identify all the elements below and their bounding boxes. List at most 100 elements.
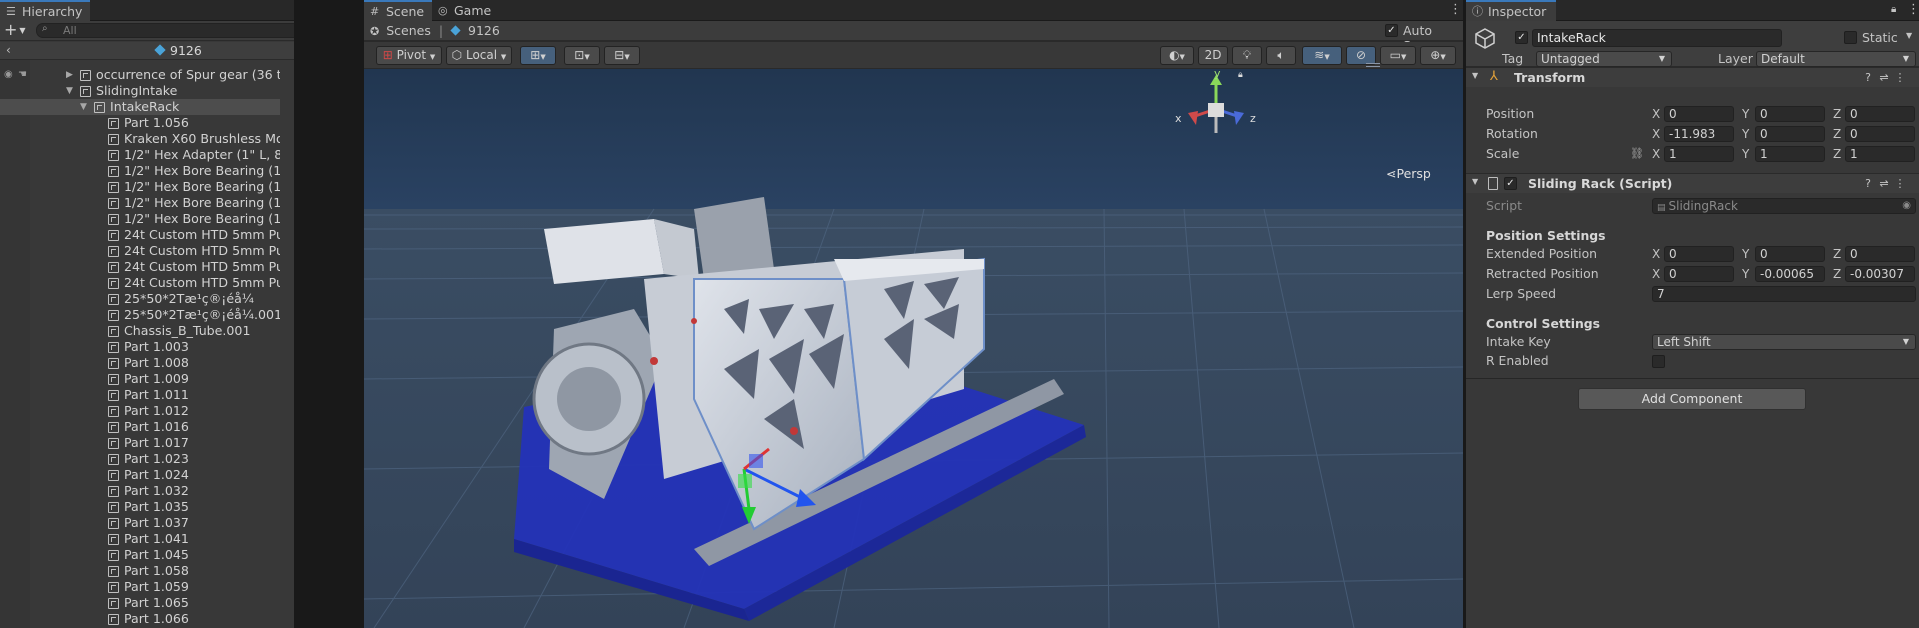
foldout-arrow-icon[interactable]: ▼ <box>1472 177 1478 186</box>
scene-viewport[interactable]: y x z 🔒︎ ⋖Persp <box>364 63 1463 628</box>
rotation-x-field[interactable]: -11.983 <box>1664 126 1734 142</box>
retracted-z-field[interactable]: -0.00307 <box>1845 266 1915 282</box>
position-x-field[interactable]: 0 <box>1664 106 1734 122</box>
pivot-dropdown[interactable]: ⊞ Pivot ▼ <box>376 46 442 65</box>
foldout-expanded-icon[interactable]: ▼ <box>80 99 87 115</box>
hierarchy-item[interactable]: Part 1.009 <box>0 371 280 387</box>
transform-header[interactable]: ▼ ⅄ Transform ? ⇌ ⋮ <box>1466 67 1919 87</box>
hierarchy-item[interactable]: Part 1.016 <box>0 419 280 435</box>
mode-2d-toggle[interactable]: 2D <box>1198 46 1228 65</box>
scene-kebab-icon[interactable]: ⋮ <box>1449 2 1462 17</box>
position-z-label[interactable]: Z <box>1833 106 1841 122</box>
hierarchy-item[interactable]: Part 1.003 <box>0 339 280 355</box>
hierarchy-item[interactable]: 24t Custom HTD 5mm Pulley (0.945 <box>0 243 280 259</box>
gizmos-dropdown[interactable]: ⊕▼ <box>1420 46 1456 65</box>
retracted-y-label[interactable]: Y <box>1742 266 1749 282</box>
overlay-handle[interactable] <box>1366 63 1380 67</box>
breadcrumb-current[interactable]: 9126 <box>468 23 500 38</box>
position-y-label[interactable]: Y <box>1742 106 1749 122</box>
hierarchy-item[interactable]: Part 1.066 <box>0 611 280 627</box>
shading-mode-dropdown[interactable]: ◐▼ <box>1160 46 1194 65</box>
scale-z-field[interactable]: 1 <box>1845 146 1915 162</box>
intake-key-dropdown[interactable]: Left Shift ▼ <box>1652 334 1916 350</box>
extended-z-field[interactable]: 0 <box>1845 246 1915 262</box>
extended-y-field[interactable]: 0 <box>1755 246 1825 262</box>
retracted-x-field[interactable]: 0 <box>1664 266 1734 282</box>
grid-snap-toggle[interactable]: ⊞▼ <box>520 46 556 65</box>
auto-save-checkbox[interactable]: ✓ <box>1385 24 1398 37</box>
add-component-button[interactable]: Add Component <box>1578 388 1806 410</box>
component-kebab-icon[interactable]: ⋮ <box>1893 71 1907 85</box>
rotation-z-label[interactable]: Z <box>1833 126 1841 142</box>
extended-z-label[interactable]: Z <box>1833 246 1841 262</box>
hierarchy-item[interactable]: Part 1.058 <box>0 563 280 579</box>
rotation-x-label[interactable]: X <box>1652 126 1660 142</box>
object-picker-icon[interactable]: ◉ <box>1902 199 1911 213</box>
inspector-lock-icon[interactable]: 🔒︎ <box>1891 4 1896 15</box>
active-checkbox[interactable]: ✓ <box>1515 31 1528 44</box>
hierarchy-item[interactable]: 24t Custom HTD 5mm Pulley (0.945 <box>0 259 280 275</box>
foldout-expanded-icon[interactable]: ▼ <box>66 83 73 99</box>
foldout-collapsed-icon[interactable]: ▶ <box>66 67 73 83</box>
tab-scene[interactable]: # Scene <box>364 0 432 21</box>
retracted-z-label[interactable]: Z <box>1833 266 1841 282</box>
component-kebab-icon[interactable]: ⋮ <box>1893 177 1907 191</box>
scale-x-label[interactable]: X <box>1652 146 1660 162</box>
gizmo-lock-icon[interactable]: 🔒︎ <box>1238 70 1243 80</box>
hierarchy-item[interactable]: 24t Custom HTD 5mm Pulley (0.945 <box>0 227 280 243</box>
hierarchy-item[interactable]: Part 1.059 <box>0 579 280 595</box>
hierarchy-item[interactable]: Part 1.041 <box>0 531 280 547</box>
extended-y-label[interactable]: Y <box>1742 246 1749 262</box>
hierarchy-item[interactable]: Part 1.023 <box>0 451 280 467</box>
hierarchy-item[interactable]: Part 1.035 <box>0 499 280 515</box>
visibility-eye-icon[interactable]: ◉ <box>4 67 13 83</box>
breadcrumb-root[interactable]: Scenes <box>386 23 431 38</box>
extended-x-label[interactable]: X <box>1652 246 1660 262</box>
tab-hierarchy[interactable]: ☰ Hierarchy <box>0 0 91 21</box>
hierarchy-item[interactable]: 1/2" Hex Bore Bearing (1.125" OD, 0 <box>0 195 280 211</box>
static-dropdown-arrow[interactable]: ▼ <box>1906 31 1912 40</box>
ruler-toggle[interactable]: ⊟▼ <box>604 46 640 65</box>
hierarchy-item[interactable]: Part 1.017 <box>0 435 280 451</box>
scale-x-field[interactable]: 1 <box>1664 146 1734 162</box>
search-input[interactable]: All <box>63 24 77 37</box>
hierarchy-item[interactable]: Chassis_B_Tube.001 <box>0 323 280 339</box>
inspector-kebab-icon[interactable]: ⋮ <box>1907 2 1919 17</box>
help-icon[interactable]: ? <box>1861 177 1875 191</box>
back-arrow-icon[interactable]: ‹ <box>6 43 11 57</box>
projection-toggle[interactable]: ⋖Persp <box>1386 166 1431 181</box>
retracted-x-label[interactable]: X <box>1652 266 1660 282</box>
hierarchy-item[interactable]: Part 1.012 <box>0 403 280 419</box>
preset-icon[interactable]: ⇌ <box>1877 71 1891 85</box>
lerp-speed-field[interactable]: 7 <box>1652 286 1916 302</box>
foldout-arrow-icon[interactable]: ▼ <box>1472 71 1478 80</box>
hierarchy-item[interactable]: Part 1.045 <box>0 547 280 563</box>
tag-dropdown[interactable]: Untagged ▼ <box>1536 51 1672 67</box>
camera-dropdown[interactable]: ▭▼ <box>1380 46 1416 65</box>
constrain-proportions-icon[interactable]: ⛓︎ <box>1630 147 1644 160</box>
hierarchy-item[interactable]: ▶ occurrence of Spur gear (36 teeth).001 ◉… <box>0 67 280 83</box>
hierarchy-item[interactable]: Part 1.032 <box>0 483 280 499</box>
preset-icon[interactable]: ⇌ <box>1877 177 1891 191</box>
hierarchy-item[interactable]: 1/2" Hex Bore Bearing (1.125" OD, 0 <box>0 211 280 227</box>
script-enabled-checkbox[interactable]: ✓ <box>1504 177 1517 190</box>
hierarchy-item[interactable]: Kraken X60 Brushless Motor <box>0 131 280 147</box>
position-x-label[interactable]: X <box>1652 106 1660 122</box>
help-icon[interactable]: ? <box>1861 71 1875 85</box>
hierarchy-item[interactable]: ▼ SlidingIntake <box>0 83 280 99</box>
scale-y-label[interactable]: Y <box>1742 146 1749 162</box>
position-z-field[interactable]: 0 <box>1845 106 1915 122</box>
hierarchy-item[interactable]: Part 1.037 <box>0 515 280 531</box>
object-name-field[interactable]: IntakeRack <box>1532 29 1782 47</box>
retracted-y-field[interactable]: -0.00065 <box>1755 266 1825 282</box>
hierarchy-item[interactable]: ▼ IntakeRack <box>0 99 280 115</box>
r-enabled-checkbox[interactable] <box>1652 355 1665 368</box>
hierarchy-item[interactable]: Part 1.011 <box>0 387 280 403</box>
hierarchy-item[interactable]: 1/2" Hex Bore Bearing (1.125" OD, 0 <box>0 163 280 179</box>
hierarchy-item[interactable]: Part 1.024 <box>0 467 280 483</box>
rotation-y-field[interactable]: 0 <box>1755 126 1825 142</box>
hierarchy-item[interactable]: 25*50*2Tæ¹ç®¡éå¼.001 <box>0 307 280 323</box>
rotation-y-label[interactable]: Y <box>1742 126 1749 142</box>
rotation-z-field[interactable]: 0 <box>1845 126 1915 142</box>
script-component-header[interactable]: ▼ ✓ Sliding Rack (Script) ? ⇌ ⋮ <box>1466 173 1919 193</box>
